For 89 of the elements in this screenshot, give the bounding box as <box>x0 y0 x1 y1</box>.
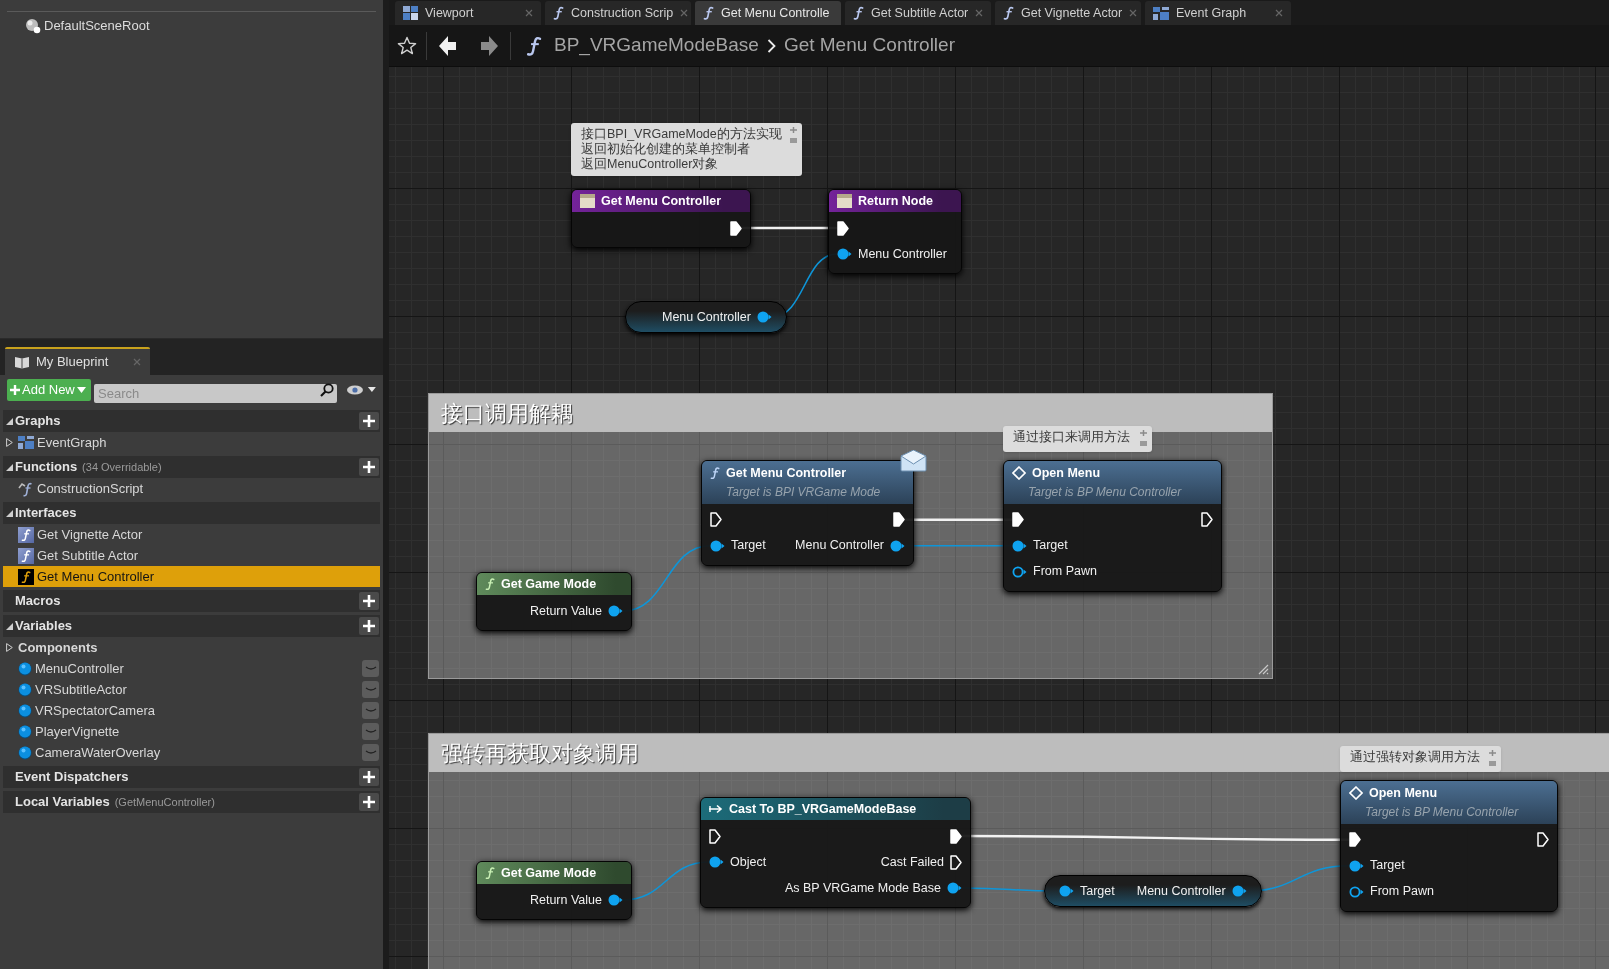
section-header[interactable]: Macros <box>3 590 380 612</box>
node-header[interactable]: Return Node <box>829 190 961 212</box>
list-item[interactable]: CameraWaterOverlay <box>3 742 380 763</box>
section-header[interactable]: Graphs <box>3 410 380 432</box>
comment-text: 通过接口来调用方法 <box>1013 430 1131 445</box>
blueprint-node[interactable]: Open Menu Target is BP Menu Controller Target From Pawn <box>1003 460 1222 592</box>
tree-item[interactable]: DefaultSceneRoot <box>44 16 150 36</box>
comment-bubble[interactable]: 通过接口来调用方法 <box>1003 426 1152 452</box>
list-item[interactable]: Get Subtitle Actor <box>3 545 380 566</box>
pin-label: From Pawn <box>1033 563 1097 581</box>
category-row[interactable]: Components <box>3 637 380 658</box>
panel-tab[interactable]: My Blueprint <box>5 347 150 375</box>
list-item[interactable]: ConstructionScript <box>3 478 380 499</box>
blueprint-node[interactable]: Return Node Menu Controller <box>828 189 962 274</box>
blueprint-node[interactable]: Get Game Mode Return Value <box>476 861 632 920</box>
pin-label: Object <box>730 853 767 871</box>
section-title: Interfaces <box>15 504 77 523</box>
pin-label: Return Value <box>529 891 602 909</box>
editor-tab[interactable]: Construction Scrip <box>545 1 691 25</box>
pin-label: Menu Controller <box>662 308 751 326</box>
breadcrumb-item[interactable]: BP_VRGameModeBase <box>554 31 759 60</box>
section-header[interactable]: Interfaces <box>3 502 380 524</box>
pin-label: Menu Controller <box>1136 882 1226 900</box>
variable-node[interactable]: Menu Controller <box>625 301 787 333</box>
editor-tab[interactable]: Event Graph <box>1145 1 1291 25</box>
section-title: Macros <box>15 592 61 611</box>
list-item[interactable]: Get Vignette Actor <box>3 524 380 545</box>
node-header[interactable]: Get Menu Controller Target is BPI VRGame Mode <box>702 461 913 504</box>
blueprint-node[interactable]: Get Game Mode Return Value <box>476 572 632 631</box>
section-header[interactable]: Local Variables (GetMenuController) <box>3 791 380 813</box>
node-title: Open Menu <box>1032 465 1101 482</box>
list-item[interactable]: MenuController <box>3 658 380 679</box>
pin-label: Target <box>731 537 766 555</box>
comment-text: 接口BPI_VRGameMode的方法实现 返回初始化创建的菜单控制者 返回MenuController对象 <box>581 127 783 172</box>
node-header[interactable]: Cast To BP_VRGameModeBase <box>701 798 970 820</box>
section-title: Local Variables <box>15 793 110 812</box>
blueprint-node[interactable]: Get Menu Controller Target is BPI VRGame Mode Target Menu Controller <box>701 460 914 566</box>
section-header[interactable]: Functions (34 Overridable) <box>3 456 380 478</box>
node-title: Open Menu <box>1369 785 1438 802</box>
pin-label: Cast Failed <box>880 853 944 871</box>
list-item[interactable]: VRSubtitleActor <box>3 679 380 700</box>
variable-node[interactable]: Target Menu Controller <box>1044 875 1262 907</box>
pin-label: Return Value <box>529 602 602 620</box>
node-header[interactable]: Get Game Mode <box>477 573 631 595</box>
comment-bubble[interactable]: 通过强转对象调用方法 <box>1340 746 1501 772</box>
node-header[interactable]: Open Menu Target is BP Menu Controller <box>1004 461 1221 504</box>
node-title: Get Game Mode <box>501 864 597 882</box>
section-note: (GetMenuController) <box>114 794 215 810</box>
section-title: Variables <box>15 617 73 636</box>
editor-tab[interactable]: Get Subtitle Actor <box>845 1 991 25</box>
node-subtitle: Target is BPI VRGame Mode <box>725 483 882 501</box>
node-subtitle: Target is BP Menu Controller <box>1364 803 1520 821</box>
pin-label: Menu Controller <box>795 537 884 555</box>
pin-label: Target <box>1080 882 1115 900</box>
node-title: Get Menu Controller <box>601 192 722 210</box>
list-item[interactable]: Get Menu Controller <box>3 566 380 587</box>
list-item[interactable]: PlayerVignette <box>3 721 380 742</box>
list-item[interactable]: EventGraph <box>3 432 380 453</box>
node-title: Return Node <box>858 192 933 210</box>
node-title: Get Menu Controller <box>726 465 847 482</box>
comment-text: 通过强转对象调用方法 <box>1350 750 1481 765</box>
pin-label: Target <box>1033 537 1068 555</box>
search-field[interactable]: Search <box>94 383 338 403</box>
section-note: (34 Overridable) <box>82 459 162 475</box>
section-header[interactable]: Variables <box>3 615 380 637</box>
pin-label: Target <box>1370 857 1405 875</box>
editor-tab[interactable]: Get Menu Controlle <box>695 1 841 25</box>
node-title: Get Game Mode <box>501 575 597 593</box>
breadcrumb-item[interactable]: Get Menu Controller <box>783 31 955 60</box>
section-header[interactable]: Event Dispatchers <box>3 766 380 788</box>
blueprint-node[interactable]: Cast To BP_VRGameModeBase Object Cast Failed As BP VRGame Mode Base <box>700 797 971 908</box>
pin-label: Menu Controller <box>858 245 947 263</box>
blueprint-node[interactable]: Get Menu Controller <box>571 189 751 248</box>
section-title: Event Dispatchers <box>15 768 129 787</box>
blueprint-node[interactable]: Open Menu Target is BP Menu Controller Target From Pawn <box>1340 780 1558 912</box>
pin-label: From Pawn <box>1370 883 1434 901</box>
node-header[interactable]: Get Game Mode <box>477 862 631 884</box>
node-header[interactable]: Open Menu Target is BP Menu Controller <box>1341 781 1557 824</box>
node-title: Cast To BP_VRGameModeBase <box>729 800 917 818</box>
node-subtitle: Target is BP Menu Controller <box>1027 483 1183 501</box>
panel-tab-label: My Blueprint <box>36 353 110 372</box>
comment-bubble[interactable]: 接口BPI_VRGameMode的方法实现 返回初始化创建的菜单控制者 返回MenuController对象 <box>571 123 802 176</box>
section-title: Graphs <box>15 412 61 431</box>
pin-label: As BP VRGame Mode Base <box>784 879 941 897</box>
node-header[interactable]: Get Menu Controller <box>572 190 750 212</box>
section-title: Functions <box>15 458 78 477</box>
list-item[interactable]: VRSpectatorCamera <box>3 700 380 721</box>
editor-tab[interactable]: Viewport <box>395 1 541 25</box>
editor-tab[interactable]: Get Vignette Actor <box>995 1 1141 25</box>
